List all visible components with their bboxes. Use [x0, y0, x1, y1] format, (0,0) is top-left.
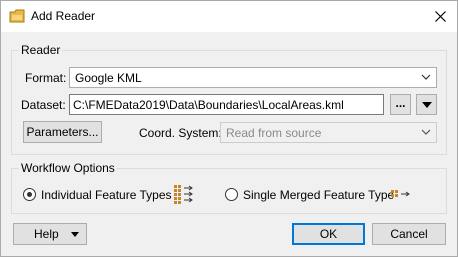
- coord-system-select[interactable]: Read from source: [220, 122, 437, 143]
- browse-button[interactable]: ...: [390, 94, 411, 115]
- individual-feature-types-radio[interactable]: [23, 188, 36, 201]
- add-reader-dialog: Add Reader Reader Format: Google KML Dat…: [0, 0, 458, 257]
- format-label: Format:: [25, 71, 67, 85]
- merged-feature-type-icon: [391, 190, 410, 197]
- cancel-button[interactable]: Cancel: [372, 223, 446, 245]
- help-button[interactable]: Help: [13, 223, 87, 245]
- dataset-label: Dataset:: [21, 98, 66, 112]
- cancel-button-label: Cancel: [390, 227, 428, 241]
- single-merged-feature-type-label[interactable]: Single Merged Feature Type: [243, 188, 394, 202]
- individual-feature-types-label[interactable]: Individual Feature Types: [41, 188, 172, 202]
- single-merged-feature-type-radio[interactable]: [225, 188, 238, 201]
- reader-group-label: Reader: [19, 43, 63, 57]
- close-icon: [434, 11, 446, 22]
- dataset-options-dropdown[interactable]: [416, 94, 437, 115]
- multiple-feature-types-icon: [174, 185, 193, 204]
- radio-selected-dot: [27, 192, 32, 197]
- parameters-button[interactable]: Parameters...: [23, 121, 102, 143]
- triangle-down-icon: [421, 101, 432, 108]
- chevron-down-icon: [421, 129, 431, 135]
- close-button[interactable]: [423, 1, 457, 32]
- fme-app-icon: [9, 9, 25, 23]
- help-button-label: Help: [34, 227, 59, 241]
- browse-button-label: ...: [395, 95, 406, 110]
- dataset-input-value: C:\FMEData2019\Data\Boundaries\LocalArea…: [73, 98, 344, 112]
- window-title: Add Reader: [31, 9, 96, 23]
- ok-button[interactable]: OK: [292, 223, 365, 245]
- chevron-down-icon: [421, 74, 431, 80]
- format-select[interactable]: Google KML: [69, 67, 437, 88]
- ok-button-label: OK: [319, 227, 338, 241]
- workflow-options-label: Workflow Options: [19, 161, 117, 175]
- coord-system-label: Coord. System:: [139, 126, 222, 140]
- parameters-button-label: Parameters...: [26, 125, 99, 139]
- triangle-down-icon: [71, 232, 79, 237]
- title-bar: Add Reader: [1, 1, 457, 32]
- format-select-value: Google KML: [75, 71, 142, 85]
- coord-system-value: Read from source: [226, 126, 322, 140]
- dataset-input[interactable]: C:\FMEData2019\Data\Boundaries\LocalArea…: [69, 94, 384, 115]
